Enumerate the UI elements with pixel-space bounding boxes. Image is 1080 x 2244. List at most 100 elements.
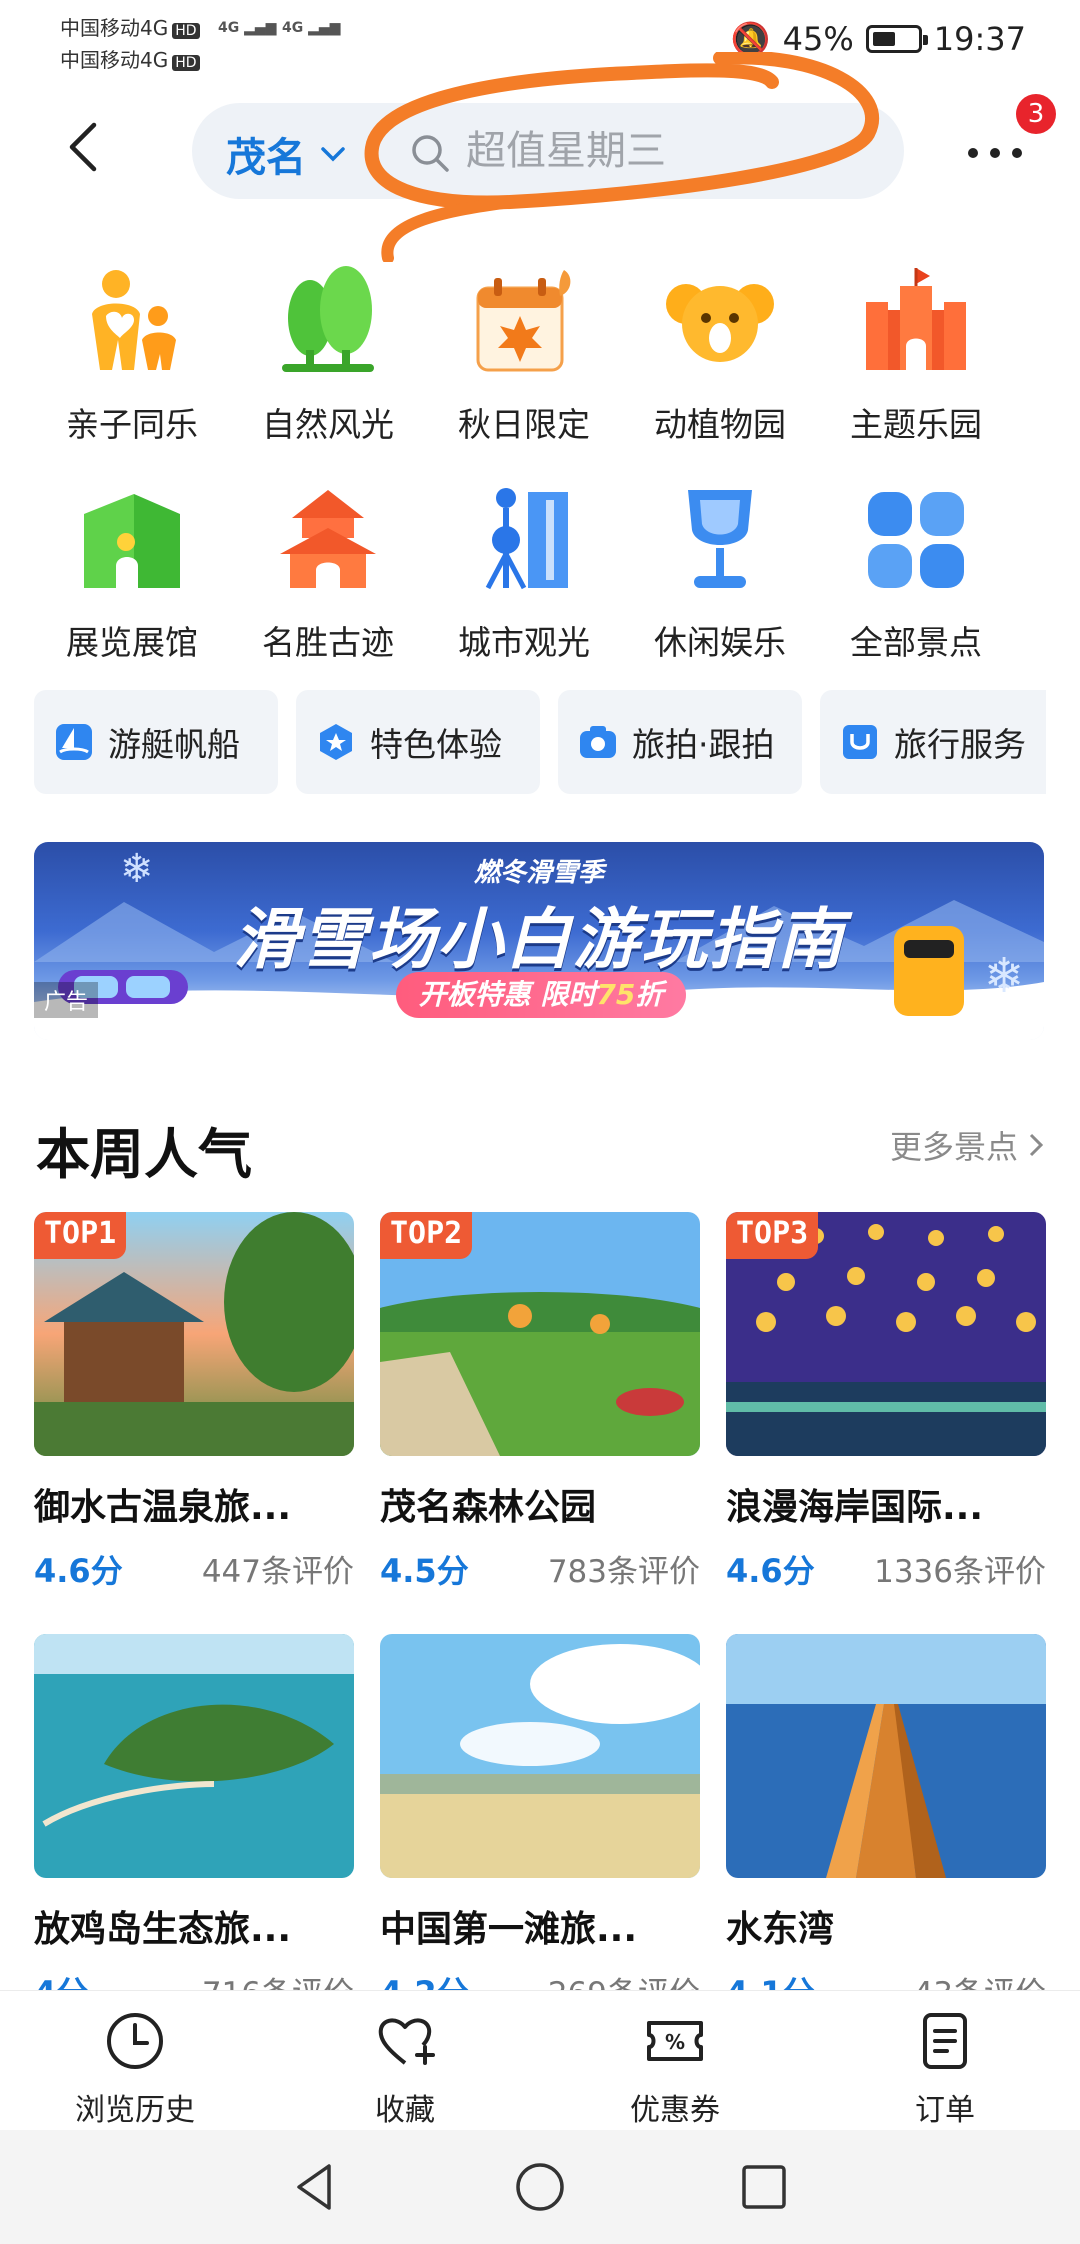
attraction-name: 中国第一滩旅... (380, 1909, 638, 1950)
more-attractions-link[interactable]: 更多景点 (890, 1122, 1044, 1168)
category-label: 展览展馆 (66, 623, 198, 662)
section-title: 本周人气 (36, 1123, 252, 1186)
wine-glass-icon (688, 490, 752, 588)
nav-history[interactable]: 浏览历史 (0, 1991, 270, 2130)
category-label: 休闲娱乐 (654, 623, 786, 662)
system-back-icon[interactable] (289, 2160, 343, 2214)
rank-badge: TOP1 (34, 1212, 127, 1259)
chip-travel-service[interactable]: 旅行服务 (820, 690, 1046, 794)
chip-label: 游艇帆船 (108, 725, 240, 764)
bag-icon (843, 725, 877, 759)
exhibition-icon (84, 494, 180, 588)
category-nature[interactable]: 自然风光 (230, 258, 426, 476)
nature-icon (282, 266, 374, 372)
header: 茂名 3 (0, 94, 1080, 205)
promo-banner[interactable]: ❄ ❄ 燃冬滑雪季 滑雪场小白游玩指南 开板特惠 限时75折 广告 (34, 842, 1044, 1040)
chevron-down-icon (321, 147, 345, 162)
system-home-icon[interactable] (513, 2160, 567, 2214)
category-leisure[interactable]: 休闲娱乐 (622, 476, 818, 694)
nav-label: 订单 (915, 2093, 975, 2128)
search-icon (412, 135, 449, 172)
category-label: 主题乐园 (850, 405, 982, 444)
clock: 19:37 (933, 20, 1026, 58)
nav-label: 优惠券 (630, 2093, 720, 2128)
category-label: 秋日限定 (458, 405, 590, 444)
battery-icon (865, 25, 928, 53)
yacht-icon (56, 724, 92, 760)
category-label: 亲子同乐 (66, 405, 198, 444)
notification-badge: 3 (1016, 94, 1056, 134)
banner-subtitle: 燃冬滑雪季 (473, 858, 604, 888)
attraction-reviews: 1336条评价 (874, 1554, 1046, 1590)
chip-experience[interactable]: 特色体验 (296, 690, 540, 794)
heart-plus-icon (378, 2018, 435, 2065)
city-tower-icon (485, 488, 568, 590)
rank-badge: TOP3 (726, 1212, 819, 1259)
battery-percent: 45% (782, 20, 854, 58)
attraction-image (34, 1634, 354, 1878)
attraction-score: 4.5分 (380, 1552, 469, 1590)
category-label: 自然风光 (262, 405, 394, 444)
search-input[interactable] (466, 121, 846, 181)
attraction-image: TOP1 (34, 1212, 354, 1456)
category-city[interactable]: 城市观光 (426, 476, 622, 694)
chip-label: 特色体验 (370, 725, 502, 764)
attraction-reviews: 447条评价 (201, 1554, 354, 1590)
feature-chips: 游艇帆船 特色体验 旅拍·跟拍 旅行服务 (34, 690, 1046, 796)
grid-icon (868, 492, 964, 588)
system-recents-icon[interactable] (737, 2160, 791, 2214)
attraction-score: 4.6分 (726, 1552, 815, 1590)
camera-icon (580, 726, 616, 758)
attraction-name: 水东湾 (726, 1909, 835, 1950)
signal-icon-2: 4G ▂▄▆ (282, 20, 341, 36)
attraction-score: 4.6分 (34, 1552, 123, 1590)
category-historic[interactable]: 名胜古迹 (230, 476, 426, 694)
category-grid: 亲子同乐 自然风光 秋日限定 动植物园 主题乐园 展览展馆 名胜古迹 城市观光 … (34, 258, 1044, 694)
chip-yacht[interactable]: 游艇帆船 (34, 690, 278, 794)
chevron-right-icon (1029, 1133, 1044, 1157)
attraction-card[interactable]: 放鸡岛生态旅... 4分 716条评价 (34, 1634, 354, 2014)
attraction-card[interactable]: TOP2 茂名森林公园 4.5分 783条评价 (380, 1212, 700, 1592)
nav-favorites[interactable]: 收藏 (270, 1991, 540, 2130)
category-family[interactable]: 亲子同乐 (34, 258, 230, 476)
search-bar[interactable]: 茂名 (192, 103, 904, 199)
city-name: 茂名 (226, 135, 306, 181)
attraction-card[interactable]: TOP3 浪漫海岸国际... 4.6分 1336条评价 (726, 1212, 1046, 1592)
category-exhibition[interactable]: 展览展馆 (34, 476, 230, 694)
star-hexagon-icon (320, 724, 352, 760)
attraction-image: TOP2 (380, 1212, 700, 1456)
chip-label: 旅行服务 (894, 725, 1026, 764)
nav-coupons[interactable]: % 优惠券 (540, 1991, 810, 2130)
clock-icon (107, 2013, 163, 2069)
attraction-card[interactable]: 中国第一滩旅... 4.2分 269条评价 (380, 1634, 700, 2014)
city-selector[interactable]: 茂名 (226, 125, 346, 183)
status-bar: 中国移动4G HD 中国移动4G HD 4G ▂▄▆ 4G ▂▄▆ 🔕 45% 19… (0, 0, 1080, 90)
category-all[interactable]: 全部景点 (818, 476, 1014, 694)
attraction-reviews: 783条评价 (547, 1554, 700, 1590)
back-button[interactable] (56, 117, 116, 177)
carrier-1: 中国移动4G HD (60, 12, 200, 41)
attraction-image (726, 1634, 1046, 1878)
attraction-name: 浪漫海岸国际... (726, 1487, 984, 1528)
category-zoo[interactable]: 动植物园 (622, 258, 818, 476)
banner-cta: 开板特惠 限时75折 (396, 972, 686, 1018)
attraction-card[interactable]: TOP1 御水古温泉旅... 4.6分 447条评价 (34, 1212, 354, 1592)
attraction-name: 御水古温泉旅... (34, 1487, 292, 1528)
category-theme-park[interactable]: 主题乐园 (818, 258, 1014, 476)
category-label: 全部景点 (850, 623, 982, 662)
category-autumn[interactable]: 秋日限定 (426, 258, 622, 476)
mute-icon: 🔕 (730, 20, 771, 58)
bottom-nav: 浏览历史 收藏 % 优惠券 订单 (0, 1990, 1080, 2130)
coupon-icon: % (647, 2021, 703, 2061)
attraction-image: TOP3 (726, 1212, 1046, 1456)
signal-icon-1: 4G ▂▄▆ (218, 20, 277, 36)
chip-photo[interactable]: 旅拍·跟拍 (558, 690, 802, 794)
nav-orders[interactable]: 订单 (810, 1991, 1080, 2130)
attraction-card[interactable]: 水东湾 4.1分 43条评价 (726, 1634, 1046, 2014)
family-icon (92, 270, 176, 370)
order-list-icon (923, 2013, 967, 2069)
koala-icon (666, 284, 774, 362)
nav-label: 收藏 (375, 2093, 435, 2128)
pagoda-icon (280, 490, 376, 588)
status-right: 🔕 45% 19:37 (731, 20, 1026, 58)
